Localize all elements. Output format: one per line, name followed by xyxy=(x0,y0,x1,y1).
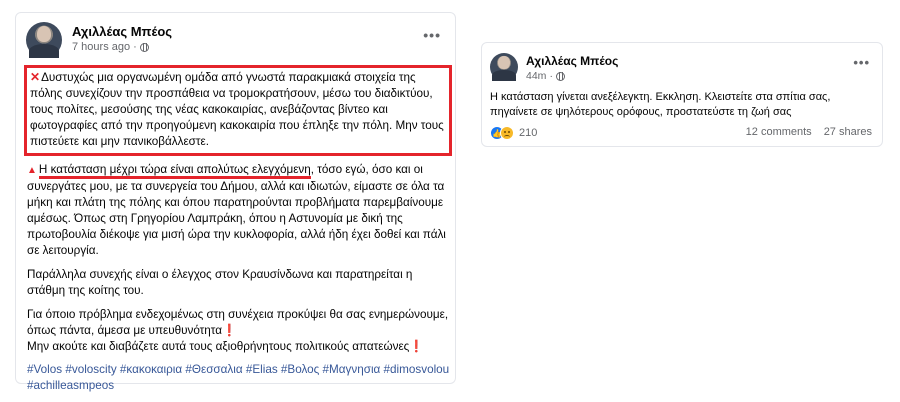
post-body: ✕Δυστυχώς μια οργανωμένη ομάδα από γνωστ… xyxy=(24,65,452,394)
engagement-counts: 12 comments 27 shares xyxy=(746,126,872,138)
hashtag-link[interactable]: #Βολος xyxy=(281,363,319,376)
exclamation-icon: ❗ xyxy=(222,324,237,337)
paragraph-4-line-2: Μην ακούτε και διαβάζετε αυτά τους αξιοθ… xyxy=(27,340,410,353)
author-name[interactable]: Αχιλλέας Μπέος xyxy=(72,24,172,39)
more-options-icon[interactable]: ••• xyxy=(423,27,441,43)
hashtag-link[interactable]: #achilleasmpeos xyxy=(27,379,114,392)
hashtag-link[interactable]: #dimosvolou xyxy=(384,363,450,376)
hashtag-link[interactable]: #Volos xyxy=(27,363,62,376)
right-post: Αχιλλέας Μπέος 44m · ••• Η κατάσταση γίν… xyxy=(481,42,883,147)
paragraph-3: Παράλληλα συνεχής είναι ο έλεγχος στον Κ… xyxy=(27,268,413,297)
author-avatar[interactable] xyxy=(26,22,62,58)
globe-icon xyxy=(555,71,565,81)
boxed-text: Δυστυχώς μια οργανωμένη ομάδα από γνωστά… xyxy=(30,71,444,148)
hashtag-link[interactable]: #κακοκαιρια xyxy=(120,363,182,376)
shares-count[interactable]: 27 shares xyxy=(824,126,872,138)
post-meta: 7 hours ago · xyxy=(72,41,149,53)
author-avatar[interactable] xyxy=(490,53,518,81)
author-name[interactable]: Αχιλλέας Μπέος xyxy=(526,54,618,68)
hashtag-link[interactable]: #Μαγνησια xyxy=(323,363,381,376)
post-time[interactable]: 7 hours ago xyxy=(72,41,130,53)
post-text: Η κατάσταση γίνεται ανεξέλεγκτη. Εκκληση… xyxy=(490,91,831,118)
hashtag-link[interactable]: #voloscity xyxy=(65,363,116,376)
cross-mark-icon: ✕ xyxy=(30,70,41,84)
hashtag-link[interactable]: #Θεσσαλια xyxy=(185,363,242,376)
hashtag-link[interactable]: #Elias xyxy=(246,363,278,376)
highlighted-paragraph: ✕Δυστυχώς μια οργανωμένη ομάδα από γνωστ… xyxy=(24,65,452,156)
post-meta: 44m · xyxy=(526,70,565,82)
comments-count[interactable]: 12 comments xyxy=(746,126,812,138)
paragraph-4-line-1: Για όποιο πρόβλημα ενδεχομένως στη συνέχ… xyxy=(27,308,449,337)
underlined-text: Η κατάσταση μέχρι τώρα είναι απολύτως ελ… xyxy=(38,163,311,179)
reaction-count[interactable]: 210 xyxy=(519,127,537,139)
post-time[interactable]: 44m xyxy=(526,70,546,82)
exclamation-icon: ❗ xyxy=(409,340,424,353)
meta-separator: · xyxy=(133,41,137,53)
paragraph-4: Για όποιο πρόβλημα ενδεχομένως στη συνέχ… xyxy=(24,307,452,355)
globe-icon xyxy=(139,42,149,52)
meta-separator: · xyxy=(549,70,553,82)
left-post: Αχιλλέας Μπέος 7 hours ago · ••• ✕Δυστυχ… xyxy=(15,12,456,392)
red-triangle-icon: ▲ xyxy=(27,165,37,176)
paragraph-2: ▲ Η κατάσταση μέχρι τώρα είναι απολύτως ε… xyxy=(24,162,452,259)
hashtags: #Volos #voloscity #κακοκαιρια #Θεσσαλια … xyxy=(24,362,452,394)
more-options-icon[interactable]: ••• xyxy=(853,55,870,70)
sad-icon xyxy=(500,126,514,140)
reactions[interactable]: 👍 210 xyxy=(490,126,537,140)
